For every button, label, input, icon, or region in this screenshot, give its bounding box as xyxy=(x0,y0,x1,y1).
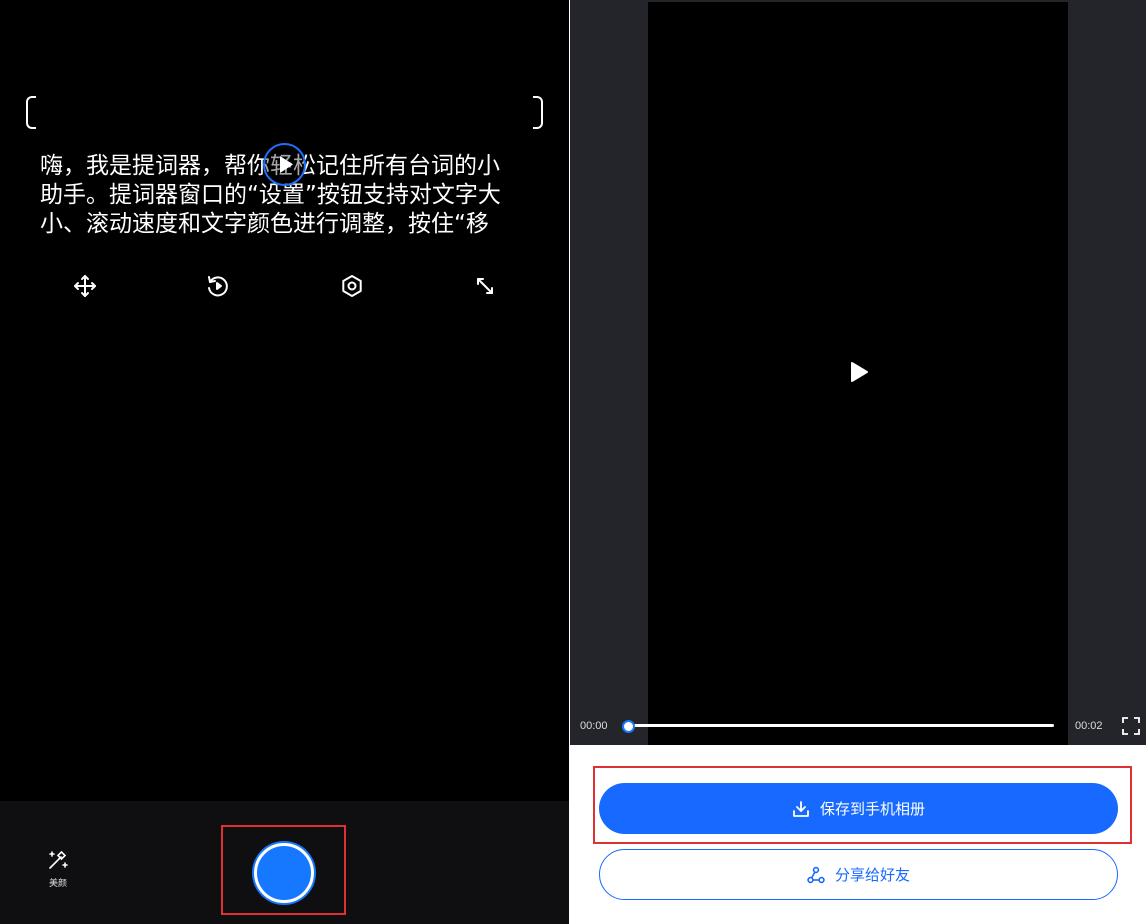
share-button-label: 分享给好友 xyxy=(834,866,910,884)
save-to-album-button[interactable]: 保存到手机相册 xyxy=(599,783,1118,834)
progress-track[interactable] xyxy=(628,724,1054,727)
save-button-label: 保存到手机相册 xyxy=(819,800,925,818)
teleprompter-line: 助手。提词器窗口的“设置”按钮支持对文字大 xyxy=(40,182,501,208)
share-icon xyxy=(807,866,825,883)
current-time: 00:00 xyxy=(580,720,608,732)
teleprompter-line: 小、滚动速度和文字颜色进行调整，按住“移 xyxy=(40,211,489,237)
magic-wand-icon xyxy=(49,850,68,869)
share-to-friends-button[interactable]: 分享给好友 xyxy=(599,849,1118,900)
teleprompter-play-button[interactable] xyxy=(263,143,306,186)
frame-corner-left xyxy=(26,96,36,129)
settings-icon[interactable] xyxy=(338,272,366,300)
download-icon xyxy=(793,800,809,817)
video-player: 00:00 00:02 xyxy=(570,0,1146,745)
video-preview-screen: 00:00 00:02 保存到手机相册 分享给好友 xyxy=(570,0,1146,924)
move-icon[interactable] xyxy=(71,272,99,300)
frame-corner-right xyxy=(533,96,543,129)
teleprompter-camera-screen: 嗨，我是提词器，帮你轻松记住所有台词的小 助手。提词器窗口的“设置”按钮支持对文… xyxy=(0,0,569,924)
duration-time: 00:02 xyxy=(1075,720,1103,732)
beauty-label: 美颜 xyxy=(48,879,67,889)
beauty-button[interactable]: 美颜 xyxy=(40,848,76,889)
progress-thumb[interactable] xyxy=(622,720,635,733)
resize-icon[interactable] xyxy=(471,272,499,300)
play-icon[interactable] xyxy=(848,360,870,384)
record-button[interactable] xyxy=(254,843,314,903)
fullscreen-icon[interactable] xyxy=(1122,717,1140,735)
reset-icon[interactable] xyxy=(204,272,232,300)
play-icon xyxy=(280,156,293,173)
